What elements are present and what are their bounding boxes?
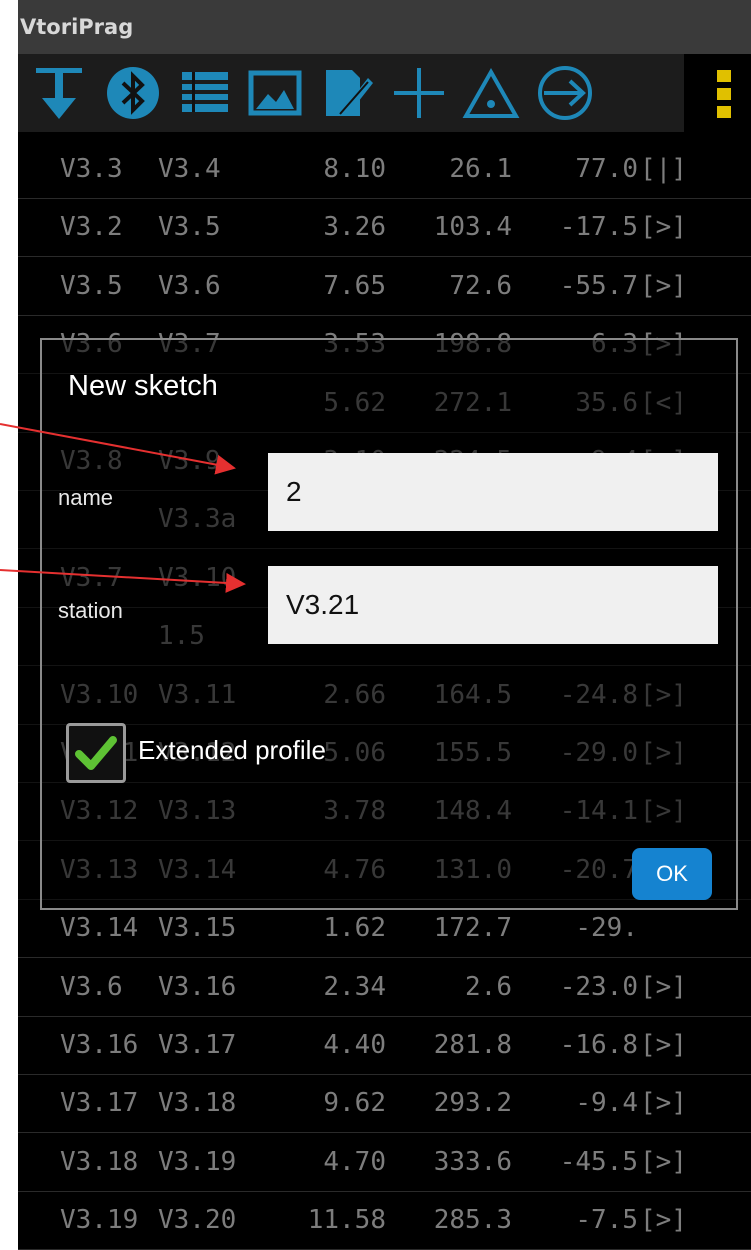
shot-length: 4.40 — [323, 1030, 386, 1060]
shot-flag: [>] — [640, 1030, 687, 1060]
shot-azimuth: 2.6 — [465, 971, 512, 1002]
shot-row[interactable]: V3.18 V3.19 4.70 333.6 -45.5 [>] — [18, 1133, 751, 1192]
download-icon[interactable] — [30, 64, 88, 122]
bluetooth-icon[interactable] — [104, 64, 162, 122]
shot-clino: -7.5 — [575, 1205, 638, 1236]
shot-clino: 77.0 — [575, 154, 638, 184]
app-screen: VtoriPrag V3.3 V3.4 8.10 26.1 77.0 [|] V… — [18, 0, 751, 1250]
shot-clino: -45.5 — [559, 1146, 638, 1177]
shot-length: 7.65 — [323, 270, 386, 301]
overflow-menu-icon[interactable] — [710, 66, 740, 122]
shot-flag: [>] — [640, 1205, 687, 1236]
shot-azimuth: 333.6 — [433, 1146, 512, 1177]
shot-azimuth: 103.4 — [433, 212, 512, 243]
shot-flag: [>] — [640, 270, 687, 301]
station-field[interactable]: V3.21 — [268, 566, 718, 644]
shot-to: V3.16 — [158, 971, 237, 1002]
shot-length: 11.58 — [307, 1205, 386, 1236]
shot-to: V3.18 — [158, 1088, 237, 1119]
shot-from: V3.3 — [60, 154, 123, 184]
shot-to: V3.6 — [158, 270, 221, 301]
triangle-icon[interactable] — [462, 64, 520, 122]
shot-from: V3.19 — [60, 1205, 139, 1236]
shot-clino: -9.4 — [575, 1088, 638, 1119]
shot-azimuth: 293.2 — [433, 1088, 512, 1119]
shot-from: V3.5 — [60, 270, 123, 301]
shot-to: V3.19 — [158, 1146, 237, 1177]
plus-icon[interactable] — [390, 64, 448, 122]
list-icon[interactable] — [176, 64, 234, 122]
shot-row[interactable]: V3.6 V3.16 2.34 2.6 -23.0 [>] — [18, 958, 751, 1017]
shot-row[interactable]: V3.2 V3.5 3.26 103.4 -17.5 [>] — [18, 198, 751, 258]
shot-from: V3.2 — [60, 212, 123, 243]
shot-clino: -17.5 — [559, 212, 638, 243]
name-field[interactable]: 2 — [268, 453, 718, 531]
toolbar-buttons — [18, 54, 684, 132]
shot-row[interactable]: V3.17 V3.18 9.62 293.2 -9.4 [>] — [18, 1074, 751, 1134]
shot-from: V3.16 — [60, 1030, 139, 1060]
shot-to: V3.4 — [158, 154, 221, 184]
shot-flag: [|] — [640, 154, 687, 184]
shot-azimuth: 72.6 — [449, 270, 512, 301]
shot-from: V3.18 — [60, 1146, 139, 1177]
dialog-title: New sketch — [68, 370, 218, 402]
arrow-circle-icon[interactable] — [536, 64, 594, 122]
shot-row[interactable]: V3.19 V3.20 11.58 285.3 -7.5 [>] — [18, 1191, 751, 1250]
ok-button[interactable]: OK — [632, 848, 712, 900]
extended-profile-label[interactable]: Extended profile — [138, 735, 326, 766]
shot-flag: [>] — [640, 212, 687, 243]
shot-length: 9.62 — [323, 1088, 386, 1119]
new-sketch-dialog: New sketch name 2 station V3.21 Extended… — [40, 338, 738, 910]
shot-flag: [>] — [640, 1088, 687, 1119]
toolbar — [18, 54, 751, 132]
shot-to: V3.20 — [158, 1205, 237, 1236]
shot-length: 3.26 — [323, 212, 386, 243]
checkmark-icon — [75, 736, 117, 770]
station-label: station — [58, 598, 123, 623]
app-title: VtoriPrag — [18, 0, 751, 54]
shot-length: 4.70 — [323, 1146, 386, 1177]
shot-from: V3.17 — [60, 1088, 139, 1119]
shot-from: V3.6 — [60, 971, 123, 1002]
shot-azimuth: 285.3 — [433, 1205, 512, 1236]
shot-row[interactable]: V3.3 V3.4 8.10 26.1 77.0 [|] — [18, 140, 751, 199]
shot-row[interactable]: V3.5 V3.6 7.65 72.6 -55.7 [>] — [18, 257, 751, 316]
shot-length: 2.34 — [323, 971, 386, 1002]
shot-length: 8.10 — [323, 154, 386, 184]
name-label: name — [58, 485, 114, 510]
note-icon[interactable] — [318, 64, 376, 122]
shot-to: V3.17 — [158, 1030, 237, 1060]
image-icon[interactable] — [246, 64, 304, 122]
shot-to: V3.5 — [158, 212, 221, 243]
shot-azimuth: 26.1 — [449, 154, 512, 184]
shot-row[interactable]: V3.16 V3.17 4.40 281.8 -16.8 [>] — [18, 1016, 751, 1075]
shot-clino: -55.7 — [559, 270, 638, 301]
extended-profile-checkbox[interactable] — [66, 723, 126, 783]
shot-clino: -23.0 — [559, 971, 638, 1002]
shot-flag: [>] — [640, 1146, 687, 1177]
shot-flag: [>] — [640, 971, 687, 1002]
shot-clino: -16.8 — [559, 1030, 638, 1060]
shot-azimuth: 281.8 — [433, 1030, 512, 1060]
